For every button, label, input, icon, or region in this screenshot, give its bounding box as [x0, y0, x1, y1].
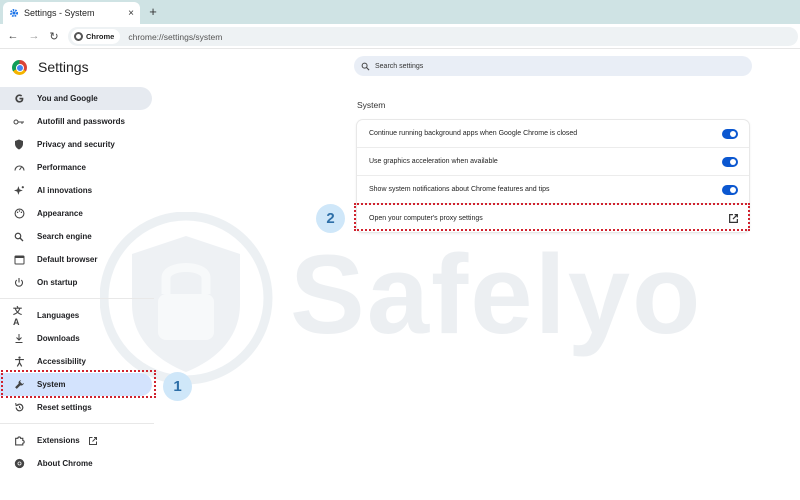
- setting-label: Show system notifications about Chrome f…: [369, 186, 550, 193]
- site-chip-label: Chrome: [86, 32, 115, 41]
- tab-strip: Settings - System × +: [0, 0, 800, 24]
- sidebar-item-label: Languages: [37, 311, 80, 320]
- system-notifications-toggle[interactable]: [722, 185, 738, 195]
- power-icon: [13, 277, 25, 289]
- back-button[interactable]: ←: [5, 28, 21, 44]
- sidebar-item-label: AI innovations: [37, 186, 93, 195]
- section-title: System: [357, 100, 386, 110]
- setting-row-system-notifications: Show system notifications about Chrome f…: [357, 176, 749, 204]
- sidebar-item-you-and-google[interactable]: You and Google: [0, 87, 152, 110]
- sidebar-item-label: Extensions: [37, 436, 80, 445]
- download-icon: [13, 333, 25, 345]
- chrome-icon: [74, 32, 83, 41]
- sidebar-item-label: Default browser: [37, 255, 98, 264]
- search-icon: [361, 62, 370, 71]
- step-1-badge: 1: [163, 372, 192, 401]
- watermark: Safelyo: [100, 212, 700, 392]
- watermark-text: Safelyo: [290, 232, 703, 357]
- graphics-acceleration-toggle[interactable]: [722, 157, 738, 167]
- accessibility-icon: [13, 356, 25, 368]
- forward-button[interactable]: →: [26, 28, 42, 44]
- sidebar-item-label: Accessibility: [37, 357, 86, 366]
- sidebar-item-performance[interactable]: Performance: [0, 156, 152, 179]
- settings-page: Settings Search settings Safelyo You and…: [0, 50, 800, 500]
- sidebar-item-on-startup[interactable]: On startup: [0, 271, 152, 294]
- new-tab-button[interactable]: +: [146, 3, 160, 19]
- shield-icon: [13, 139, 25, 151]
- chrome-logo: [12, 60, 27, 75]
- setting-label: Use graphics acceleration when available: [369, 158, 498, 165]
- sidebar-item-label: You and Google: [37, 94, 98, 103]
- reset-icon: [13, 402, 25, 414]
- system-highlight-box: [1, 370, 156, 398]
- sidebar: You and Google Autofill and passwords Pr…: [0, 87, 156, 475]
- step-2-badge: 2: [316, 204, 345, 233]
- search-input[interactable]: Search settings: [354, 56, 752, 76]
- translate-icon: 文A: [13, 306, 23, 327]
- setting-row-background-apps: Continue running background apps when Go…: [357, 120, 749, 148]
- sidebar-item-downloads[interactable]: Downloads: [0, 327, 152, 350]
- sidebar-item-label: Reset settings: [37, 403, 92, 412]
- sidebar-item-label: Appearance: [37, 209, 83, 218]
- sidebar-item-about-chrome[interactable]: About Chrome: [0, 452, 152, 475]
- page-title: Settings: [38, 59, 89, 75]
- sidebar-item-appearance[interactable]: Appearance: [0, 202, 152, 225]
- setting-row-graphics-acceleration: Use graphics acceleration when available: [357, 148, 749, 176]
- setting-label: Continue running background apps when Go…: [369, 130, 578, 137]
- sidebar-item-label: Downloads: [37, 334, 80, 343]
- site-chip[interactable]: Chrome: [71, 29, 121, 44]
- gear-icon: [9, 8, 19, 18]
- sidebar-item-search-engine[interactable]: Search engine: [0, 225, 152, 248]
- sidebar-item-label: About Chrome: [37, 459, 93, 468]
- sidebar-item-label: Autofill and passwords: [37, 117, 126, 126]
- sidebar-item-label: Performance: [37, 163, 86, 172]
- background-apps-toggle[interactable]: [722, 129, 738, 139]
- sidebar-item-extensions[interactable]: Extensions: [0, 429, 152, 452]
- toolbar: ← → ↻ Chrome chrome://settings/system: [0, 24, 800, 49]
- sidebar-item-ai-innovations[interactable]: AI innovations: [0, 179, 152, 202]
- sidebar-divider: [0, 423, 154, 424]
- sidebar-item-languages[interactable]: 文A Languages: [0, 304, 152, 327]
- chrome-icon: [13, 458, 25, 470]
- sparkle-icon: [13, 185, 25, 197]
- browser-icon: [13, 254, 25, 266]
- sidebar-item-reset-settings[interactable]: Reset settings: [0, 396, 152, 419]
- close-icon[interactable]: ×: [128, 8, 134, 19]
- sidebar-item-privacy[interactable]: Privacy and security: [0, 133, 152, 156]
- speedometer-icon: [13, 162, 25, 174]
- google-g-icon: [13, 93, 25, 105]
- url-text: chrome://settings/system: [128, 31, 223, 42]
- search-icon: [13, 231, 25, 243]
- tab-settings[interactable]: Settings - System ×: [3, 2, 140, 24]
- sidebar-item-label: Privacy and security: [37, 140, 115, 149]
- sidebar-item-label: On startup: [37, 278, 78, 287]
- sidebar-divider: [0, 298, 154, 299]
- tab-title: Settings - System: [24, 8, 95, 18]
- sidebar-item-default-browser[interactable]: Default browser: [0, 248, 152, 271]
- palette-icon: [13, 208, 25, 220]
- reload-button[interactable]: ↻: [46, 28, 62, 44]
- address-bar[interactable]: Chrome chrome://settings/system: [68, 27, 798, 46]
- sidebar-item-label: Search engine: [37, 232, 92, 241]
- proxy-highlight-box: [354, 203, 750, 231]
- puzzle-icon: [13, 435, 25, 447]
- search-placeholder: Search settings: [375, 62, 424, 70]
- sidebar-item-autofill[interactable]: Autofill and passwords: [0, 110, 152, 133]
- key-icon: [13, 116, 25, 128]
- open-in-new-icon: [88, 436, 98, 446]
